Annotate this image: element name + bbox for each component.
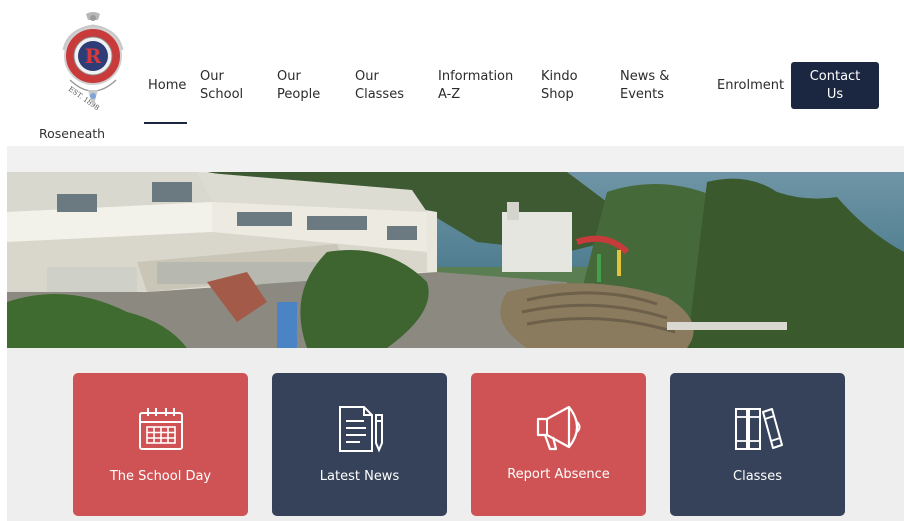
- tile-label: Classes: [733, 469, 782, 484]
- nav-our-people[interactable]: Our People: [277, 68, 320, 104]
- school-logo[interactable]: R EST. 1898: [56, 10, 130, 112]
- hero-top-strip: [7, 146, 904, 172]
- school-aerial-photo: [7, 172, 904, 348]
- tile-latest-news[interactable]: Latest News: [272, 373, 447, 516]
- tile-report-absence[interactable]: Report Absence: [471, 373, 646, 516]
- tile-classes[interactable]: Classes: [670, 373, 845, 516]
- nav-active-indicator: [144, 122, 187, 124]
- nav-news-events[interactable]: News & Events: [620, 68, 669, 104]
- svg-text:R: R: [85, 44, 102, 68]
- tile-the-school-day[interactable]: The School Day: [73, 373, 248, 516]
- tile-label: Report Absence: [507, 467, 610, 482]
- nav-kindo-shop[interactable]: Kindo Shop: [541, 68, 578, 104]
- books-icon: [735, 408, 783, 450]
- contact-us-button[interactable]: Contact Us: [791, 62, 879, 109]
- nav-our-classes[interactable]: Our Classes: [355, 68, 404, 104]
- nav-our-school[interactable]: Our School: [200, 68, 243, 104]
- site-header: R EST. 1898 Roseneath School Home Our Sc…: [0, 0, 904, 170]
- school-crest-icon: R EST. 1898: [62, 12, 124, 112]
- nav-information-a-z[interactable]: Information A-Z: [438, 68, 513, 104]
- megaphone-icon: [536, 405, 581, 451]
- hero-image: [7, 172, 904, 348]
- nav-enrolment[interactable]: Enrolment: [717, 77, 784, 95]
- tile-label: The School Day: [109, 469, 212, 484]
- nav-home[interactable]: Home: [148, 77, 186, 95]
- document-pen-icon: [339, 406, 383, 453]
- calendar-icon: [139, 408, 183, 450]
- tile-label: Latest News: [319, 469, 400, 484]
